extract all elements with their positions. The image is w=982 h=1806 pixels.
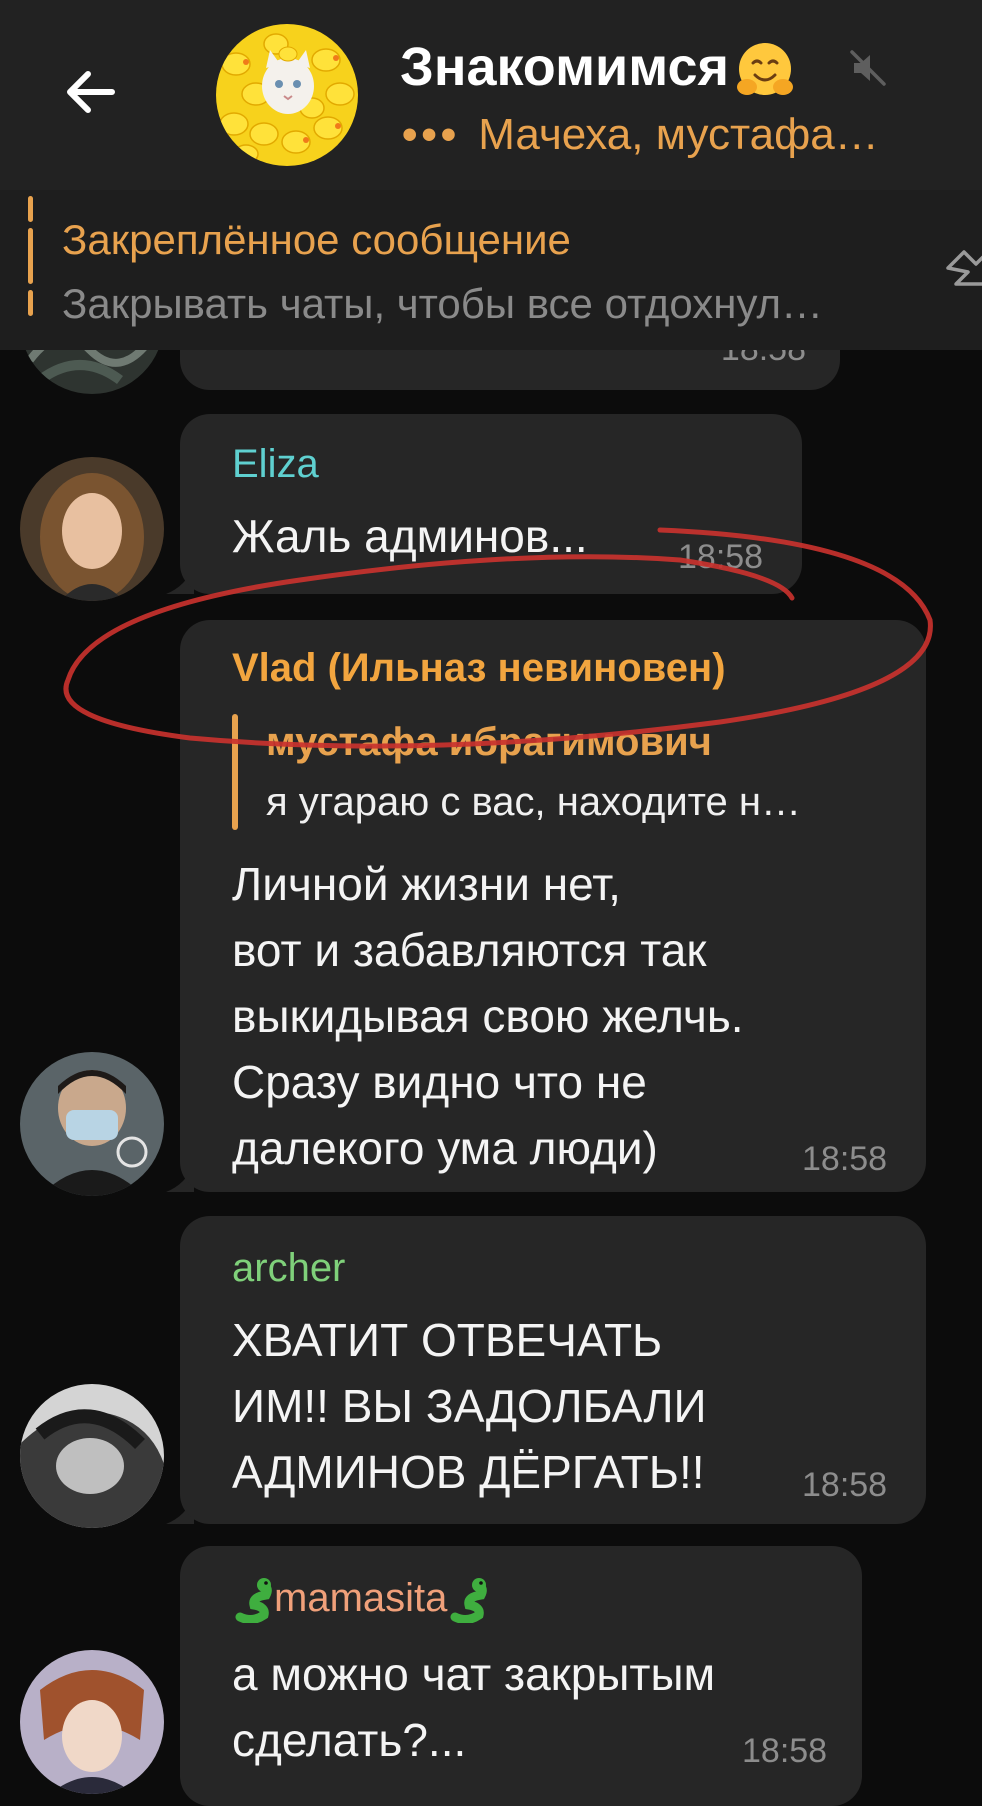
message-line: выкидывая свою желчь. (232, 990, 744, 1042)
message-line: АДМИНОВ ДЁРГАТЬ!! (232, 1446, 705, 1498)
typing-status-text: Мачеха, мустафа… (478, 110, 879, 159)
typing-dots: ••• (402, 110, 461, 159)
sender-name[interactable]: archer (232, 1246, 345, 1291)
reply-indicator (232, 714, 238, 830)
message-line: вот и забавляются так (232, 924, 707, 976)
message-bubble[interactable]: mamasita а можно чат закрытым сделать?..… (180, 1546, 862, 1806)
message-line: далекого ума люди) (232, 1122, 658, 1174)
snake-emoji-icon (235, 1578, 272, 1625)
chat-title-text: Знакомимся (400, 37, 729, 97)
pinned-indicator (28, 196, 33, 316)
message-bubble[interactable]: Vlad (Ильназ невиновен) мустафа ибрагимо… (180, 620, 926, 1192)
message-line: сделать?... (232, 1714, 467, 1766)
message-time: 18:58 (742, 1732, 828, 1770)
message-line: Сразу видно что не (232, 1056, 647, 1108)
pinned-title: Закреплённое сообщение (62, 216, 571, 263)
avatar-archer[interactable] (20, 1384, 164, 1528)
message-bubble[interactable]: Eliza Жаль админов... 18:58 (180, 414, 802, 594)
message-bubble[interactable]: archer ХВАТИТ ОТВЕЧАТЬ ИМ!! ВЫ ЗАДОЛБАЛИ… (180, 1216, 926, 1524)
back-arrow-icon[interactable] (60, 62, 120, 122)
chat-header: Знакомимся ••• Мачеха, мустафа… (0, 0, 982, 190)
sender-name[interactable]: mamasita (232, 1576, 489, 1625)
avatar-mamasita[interactable] (20, 1650, 164, 1794)
message-time: 18:58 (802, 1140, 888, 1178)
message-line: а можно чат закрытым (232, 1648, 716, 1700)
typing-status: ••• Мачеха, мустафа… (402, 106, 879, 164)
pinned-text: Закрывать чаты, чтобы все отдохнул… (62, 280, 824, 327)
reply-sender[interactable]: мустафа ибрагимович (266, 720, 712, 765)
message-line: Личной жизни нет, (232, 858, 621, 910)
message-line: ИМ!! ВЫ ЗАДОЛБАЛИ (232, 1380, 707, 1432)
avatar-eliza[interactable] (20, 457, 164, 601)
muted-speaker-icon (850, 50, 886, 86)
hugging-face-emoji-icon (736, 42, 793, 95)
chat-avatar[interactable] (216, 24, 358, 166)
message-time: 18:58 (802, 1466, 888, 1504)
pin-icon[interactable] (942, 238, 982, 298)
sender-name-text: mamasita (274, 1576, 448, 1620)
avatar-vlad[interactable] (20, 1052, 164, 1196)
snake-emoji-icon (450, 1578, 488, 1625)
chat-title[interactable]: Знакомимся (400, 36, 797, 103)
sender-name[interactable]: Vlad (Ильназ невиновен) (232, 646, 726, 691)
message-line: ХВАТИТ ОТВЕЧАТЬ (232, 1314, 663, 1366)
message-time: 18:58 (678, 538, 764, 576)
sender-name[interactable]: Eliza (232, 442, 319, 487)
reply-text[interactable]: я угараю с вас, находите н… (266, 780, 801, 825)
message-text: Жаль админов... (232, 510, 588, 562)
